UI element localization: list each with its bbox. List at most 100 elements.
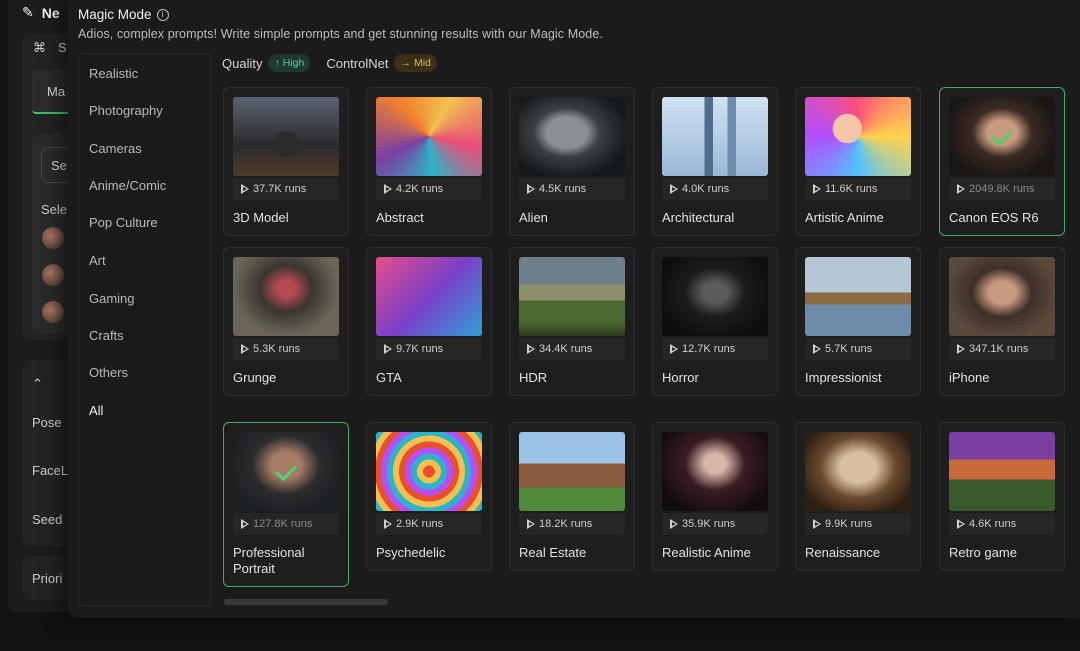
category-photography[interactable]: Photography <box>89 103 163 118</box>
arrow-up-icon: ↑ <box>274 57 280 69</box>
style-card[interactable]: 34.4K runs HDR <box>509 247 635 396</box>
modal-subtitle: Adios, complex prompts! Write simple pro… <box>78 27 603 41</box>
check-icon <box>274 458 298 481</box>
style-thumbnail <box>519 432 625 511</box>
style-thumbnail <box>376 432 482 511</box>
style-card[interactable]: 35.9K runs Realistic Anime <box>652 422 778 571</box>
category-art[interactable]: Art <box>89 253 106 268</box>
runs-text: 5.3K runs <box>253 343 301 355</box>
chevron-up-icon[interactable]: ⌃ <box>32 376 43 392</box>
style-thumbnail <box>233 432 339 511</box>
runs-text: 4.5K runs <box>539 183 587 195</box>
magic-wand-icon: ✎ <box>22 4 34 20</box>
background-label-seed: Seed <box>32 512 63 527</box>
runs-count: 12.7K runs <box>662 338 768 360</box>
runs-text: 37.7K runs <box>253 183 307 195</box>
style-thumbnail <box>519 257 625 336</box>
style-thumbnail <box>949 97 1055 176</box>
category-realistic[interactable]: Realistic <box>89 66 138 81</box>
category-anime-comic[interactable]: Anime/Comic <box>89 178 166 193</box>
runs-text: 35.9K runs <box>682 518 736 530</box>
quality-label: Quality <box>222 55 263 71</box>
runs-text: 34.4K runs <box>539 343 593 355</box>
runs-count: 35.9K runs <box>662 513 768 535</box>
style-card[interactable]: 37.7K runs 3D Model <box>223 87 349 236</box>
runs-count: 9.9K runs <box>805 513 911 535</box>
style-name: Psychedelic <box>376 545 446 560</box>
style-card[interactable]: 4.5K runs Alien <box>509 87 635 236</box>
runs-count: 5.7K runs <box>805 338 911 360</box>
style-thumbnail <box>376 97 482 176</box>
runs-text: 127.8K runs <box>253 518 313 530</box>
arrow-right-icon: → <box>400 57 411 69</box>
background-label-face: FaceL <box>32 463 69 478</box>
style-card[interactable]: 18.2K runs Real Estate <box>509 422 635 571</box>
avatar[interactable] <box>42 227 64 249</box>
style-name: Professional Portrait <box>233 545 305 576</box>
background-row: ⌘ S <box>33 40 67 56</box>
style-card-selected[interactable]: 2049.8K runs Canon EOS R6 <box>939 87 1065 236</box>
runs-count: 127.8K runs <box>233 513 339 535</box>
style-card[interactable]: 4.2K runs Abstract <box>366 87 492 236</box>
category-list: Realistic Photography Cameras Anime/Comi… <box>78 53 211 606</box>
style-card[interactable]: 11.6K runs Artistic Anime <box>795 87 921 236</box>
controlnet-label: ControlNet <box>326 55 389 71</box>
modal-title: Magic Mode i <box>78 7 169 22</box>
style-card[interactable]: 9.9K runs Renaissance <box>795 422 921 571</box>
runs-text: 347.1K runs <box>969 343 1029 355</box>
background-header: ✎ Ne <box>22 4 60 21</box>
runs-count: 18.2K runs <box>519 513 625 535</box>
category-crafts[interactable]: Crafts <box>89 328 124 343</box>
play-icon <box>670 184 678 194</box>
quality-badge[interactable]: ↑ High <box>268 54 311 72</box>
style-card-selected[interactable]: 127.8K runs Professional Portrait <box>223 422 349 587</box>
style-card[interactable]: 9.7K runs GTA <box>366 247 492 396</box>
style-card[interactable]: 12.7K runs Horror <box>652 247 778 396</box>
category-gaming[interactable]: Gaming <box>89 291 135 306</box>
play-icon <box>527 184 535 194</box>
style-thumbnail <box>949 257 1055 336</box>
style-name: Impressionist <box>805 370 882 385</box>
runs-count: 11.6K runs <box>805 178 911 200</box>
category-cameras[interactable]: Cameras <box>89 141 142 156</box>
style-name: Retro game <box>949 545 1017 560</box>
runs-count: 9.7K runs <box>376 338 482 360</box>
runs-text: 2.9K runs <box>396 518 444 530</box>
style-thumbnail <box>805 432 911 511</box>
quality-value: High <box>282 57 305 69</box>
style-card[interactable]: 4.6K runs Retro game <box>939 422 1065 571</box>
runs-count: 2.9K runs <box>376 513 482 535</box>
command-icon: ⌘ <box>33 40 46 55</box>
avatar[interactable] <box>42 264 64 286</box>
background-label-pose: Pose <box>32 415 62 430</box>
play-icon <box>670 519 678 529</box>
runs-text: 4.0K runs <box>682 183 730 195</box>
background-title: Ne <box>41 4 60 21</box>
style-name: Horror <box>662 370 699 385</box>
style-card[interactable]: 2.9K runs Psychedelic <box>366 422 492 571</box>
controlnet-badge[interactable]: → Mid <box>394 54 437 72</box>
play-icon <box>813 184 821 194</box>
runs-text: 12.7K runs <box>682 343 736 355</box>
style-card[interactable]: 347.1K runs iPhone <box>939 247 1065 396</box>
style-card[interactable]: 5.7K runs Impressionist <box>795 247 921 396</box>
runs-count: 37.7K runs <box>233 178 339 200</box>
play-icon <box>241 184 249 194</box>
style-card[interactable]: 4.0K runs Architectural <box>652 87 778 236</box>
style-thumbnail <box>662 257 768 336</box>
runs-count: 4.6K runs <box>949 513 1055 535</box>
category-pop-culture[interactable]: Pop Culture <box>89 215 158 230</box>
runs-text: 11.6K runs <box>825 183 878 195</box>
style-card[interactable]: 5.3K runs Grunge <box>223 247 349 396</box>
style-name: Architectural <box>662 210 735 225</box>
style-thumbnail <box>233 257 339 336</box>
horizontal-scrollbar[interactable] <box>224 599 388 605</box>
play-icon <box>241 519 249 529</box>
filter-bar: Quality ↑ High ControlNet → Mid <box>222 54 437 72</box>
category-all[interactable]: All <box>89 403 103 418</box>
info-icon[interactable]: i <box>156 8 169 21</box>
avatar[interactable] <box>42 301 64 323</box>
runs-count: 4.5K runs <box>519 178 625 200</box>
play-icon <box>527 519 535 529</box>
category-others[interactable]: Others <box>89 365 128 380</box>
